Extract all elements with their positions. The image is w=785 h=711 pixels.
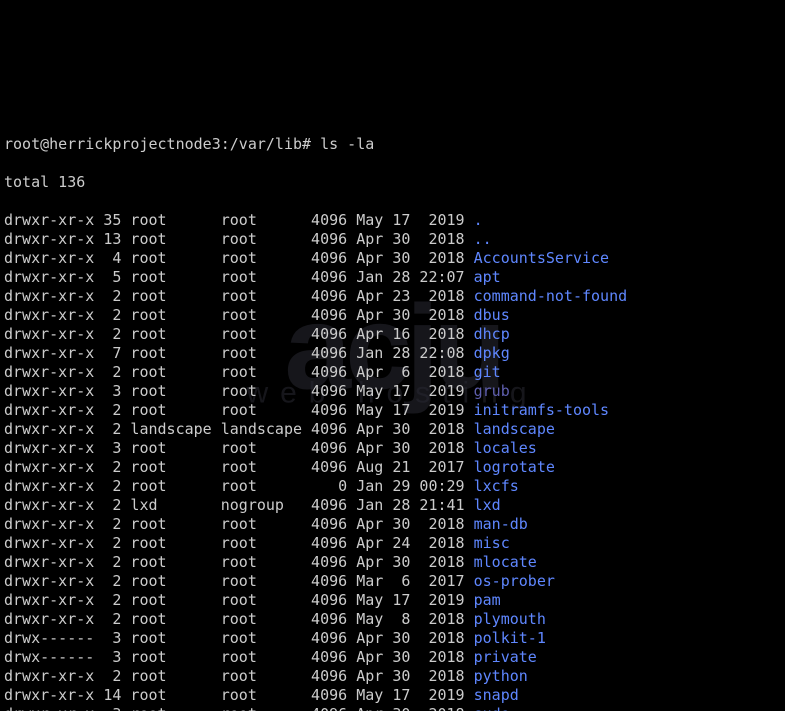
file-attrs: drwx------ 3 root root 4096 Apr 30 2018	[4, 648, 474, 666]
list-item: drwxr-xr-x 3 root root 4096 Apr 30 2018 …	[4, 439, 781, 458]
list-item: drwxr-xr-x 2 root root 4096 Apr 30 2018 …	[4, 553, 781, 572]
dir-name: plymouth	[474, 610, 546, 628]
list-item: drwxr-xr-x 2 lxd nogroup 4096 Jan 28 21:…	[4, 496, 781, 515]
dir-name: mlocate	[474, 553, 537, 571]
file-attrs: drwxr-xr-x 2 root root 4096 Apr 23 2018	[4, 287, 474, 305]
list-item: drwxr-xr-x 2 root root 4096 Apr 24 2018 …	[4, 534, 781, 553]
dir-name: initramfs-tools	[474, 401, 609, 419]
file-attrs: drwxr-xr-x 2 root root 4096 Mar 6 2017	[4, 572, 474, 590]
file-attrs: drwxr-xr-x 2 lxd nogroup 4096 Jan 28 21:…	[4, 496, 474, 514]
file-attrs: drwxr-xr-x 14 root root 4096 May 17 2019	[4, 686, 474, 704]
list-item: drwxr-xr-x 2 root root 4096 Apr 6 2018 g…	[4, 363, 781, 382]
dir-name: dhcp	[474, 325, 510, 343]
file-attrs: drwxr-xr-x 3 root root 4096 May 17 2019	[4, 382, 474, 400]
file-attrs: drwxr-xr-x 2 root root 4096 May 17 2019	[4, 401, 474, 419]
list-item: drwxr-xr-x 2 root root 4096 Aug 21 2017 …	[4, 458, 781, 477]
list-item: drwxr-xr-x 2 root root 0 Jan 29 00:29 lx…	[4, 477, 781, 496]
directory-listing: drwxr-xr-x 35 root root 4096 May 17 2019…	[4, 211, 781, 711]
list-item: drwxr-xr-x 2 root root 4096 May 8 2018 p…	[4, 610, 781, 629]
list-item: drwxr-xr-x 3 root root 4096 Apr 30 2018 …	[4, 705, 781, 711]
file-attrs: drwxr-xr-x 5 root root 4096 Jan 28 22:07	[4, 268, 474, 286]
dir-name: polkit-1	[474, 629, 546, 647]
dir-name: ..	[474, 230, 492, 248]
list-item: drwxr-xr-x 13 root root 4096 Apr 30 2018…	[4, 230, 781, 249]
list-item: drwxr-xr-x 2 root root 4096 Apr 16 2018 …	[4, 325, 781, 344]
list-item: drwxr-xr-x 2 root root 4096 Apr 23 2018 …	[4, 287, 781, 306]
list-item: drwxr-xr-x 5 root root 4096 Jan 28 22:07…	[4, 268, 781, 287]
list-item: drwxr-xr-x 2 root root 4096 Apr 30 2018 …	[4, 667, 781, 686]
file-attrs: drwxr-xr-x 2 root root 0 Jan 29 00:29	[4, 477, 474, 495]
file-attrs: drwxr-xr-x 2 root root 4096 Apr 30 2018	[4, 553, 474, 571]
dir-name: command-not-found	[474, 287, 628, 305]
dir-name: .	[474, 211, 483, 229]
dir-name: lxd	[474, 496, 501, 514]
list-item: drwx------ 3 root root 4096 Apr 30 2018 …	[4, 648, 781, 667]
total-line: total 136	[4, 173, 781, 192]
list-item: drwxr-xr-x 35 root root 4096 May 17 2019…	[4, 211, 781, 230]
terminal-output[interactable]: root@herrickprojectnode3:/var/lib# ls -l…	[4, 116, 781, 711]
dir-name: dbus	[474, 306, 510, 324]
file-attrs: drwxr-xr-x 2 root root 4096 May 8 2018	[4, 610, 474, 628]
file-attrs: drwx------ 3 root root 4096 Apr 30 2018	[4, 629, 474, 647]
file-attrs: drwxr-xr-x 2 root root 4096 Apr 6 2018	[4, 363, 474, 381]
file-attrs: drwxr-xr-x 2 root root 4096 May 17 2019	[4, 591, 474, 609]
file-attrs: drwxr-xr-x 2 root root 4096 Apr 16 2018	[4, 325, 474, 343]
file-attrs: drwxr-xr-x 2 root root 4096 Apr 24 2018	[4, 534, 474, 552]
dir-name: os-prober	[474, 572, 555, 590]
dir-name: apt	[474, 268, 501, 286]
command-text: ls -la	[320, 135, 374, 153]
file-attrs: drwxr-xr-x 7 root root 4096 Jan 28 22:08	[4, 344, 474, 362]
list-item: drwxr-xr-x 4 root root 4096 Apr 30 2018 …	[4, 249, 781, 268]
file-attrs: drwxr-xr-x 4 root root 4096 Apr 30 2018	[4, 249, 474, 267]
dir-name: logrotate	[474, 458, 555, 476]
list-item: drwxr-xr-x 2 root root 4096 Apr 30 2018 …	[4, 306, 781, 325]
list-item: drwxr-xr-x 2 root root 4096 Mar 6 2017 o…	[4, 572, 781, 591]
dir-name: AccountsService	[474, 249, 609, 267]
dir-name: private	[474, 648, 537, 666]
list-item: drwxr-xr-x 14 root root 4096 May 17 2019…	[4, 686, 781, 705]
file-attrs: drwxr-xr-x 2 root root 4096 Apr 30 2018	[4, 667, 474, 685]
file-attrs: drwxr-xr-x 3 root root 4096 Apr 30 2018	[4, 439, 474, 457]
file-attrs: drwxr-xr-x 2 root root 4096 Apr 30 2018	[4, 306, 474, 324]
file-attrs: drwxr-xr-x 2 root root 4096 Apr 30 2018	[4, 515, 474, 533]
dir-name: lxcfs	[474, 477, 519, 495]
dir-name: landscape	[474, 420, 555, 438]
list-item: drwxr-xr-x 7 root root 4096 Jan 28 22:08…	[4, 344, 781, 363]
list-item: drwx------ 3 root root 4096 Apr 30 2018 …	[4, 629, 781, 648]
file-attrs: drwxr-xr-x 2 landscape landscape 4096 Ap…	[4, 420, 474, 438]
list-item: drwxr-xr-x 2 root root 4096 Apr 30 2018 …	[4, 515, 781, 534]
dir-name: dpkg	[474, 344, 510, 362]
dir-name: pam	[474, 591, 501, 609]
dir-name: locales	[474, 439, 537, 457]
list-item: drwxr-xr-x 2 root root 4096 May 17 2019 …	[4, 591, 781, 610]
file-attrs: drwxr-xr-x 13 root root 4096 Apr 30 2018	[4, 230, 474, 248]
dir-name: sudo	[474, 705, 510, 711]
dir-name: git	[474, 363, 501, 381]
file-attrs: drwxr-xr-x 2 root root 4096 Aug 21 2017	[4, 458, 474, 476]
dir-name: misc	[474, 534, 510, 552]
dir-name: python	[474, 667, 528, 685]
prompt-line: root@herrickprojectnode3:/var/lib# ls -l…	[4, 135, 781, 154]
shell-prompt: root@herrickprojectnode3:/var/lib#	[4, 135, 311, 153]
list-item: drwxr-xr-x 2 landscape landscape 4096 Ap…	[4, 420, 781, 439]
dir-name: snapd	[474, 686, 519, 704]
list-item: drwxr-xr-x 3 root root 4096 May 17 2019 …	[4, 382, 781, 401]
list-item: drwxr-xr-x 2 root root 4096 May 17 2019 …	[4, 401, 781, 420]
dir-name: man-db	[474, 515, 528, 533]
file-attrs: drwxr-xr-x 3 root root 4096 Apr 30 2018	[4, 705, 474, 711]
dir-name: grub	[474, 382, 510, 400]
file-attrs: drwxr-xr-x 35 root root 4096 May 17 2019	[4, 211, 474, 229]
